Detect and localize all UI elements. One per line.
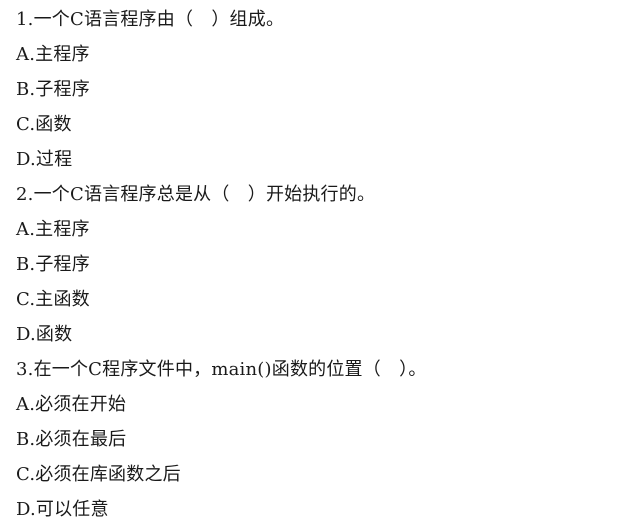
question-3-stem: 3.在一个C程序文件中，main()函数的位置（ ）。: [16, 359, 427, 380]
question-1-option-a: A.主程序: [16, 44, 90, 65]
question-3-option-a: A.必须在开始: [16, 394, 127, 415]
question-1-stem: 1.一个C语言程序由（ ）组成。: [16, 9, 285, 30]
question-1-option-b: B.子程序: [16, 79, 90, 100]
question-2-option-d: D.函数: [16, 324, 73, 345]
quiz-document: 1.一个C语言程序由（ ）组成。 A.主程序 B.子程序 C.函数 D.过程 2…: [0, 0, 629, 528]
question-3-option-c: C.必须在库函数之后: [16, 464, 181, 485]
question-2-option-c: C.主函数: [16, 289, 90, 310]
question-1-option-c: C.函数: [16, 114, 72, 135]
question-2-option-a: A.主程序: [16, 219, 90, 240]
question-3-option-d: D.可以任意: [16, 499, 109, 520]
question-2-option-b: B.子程序: [16, 254, 90, 275]
question-2-stem: 2.一个C语言程序总是从（ ）开始执行的。: [16, 184, 376, 205]
question-3-option-b: B.必须在最后: [16, 429, 127, 450]
question-1-option-d: D.过程: [16, 149, 73, 170]
